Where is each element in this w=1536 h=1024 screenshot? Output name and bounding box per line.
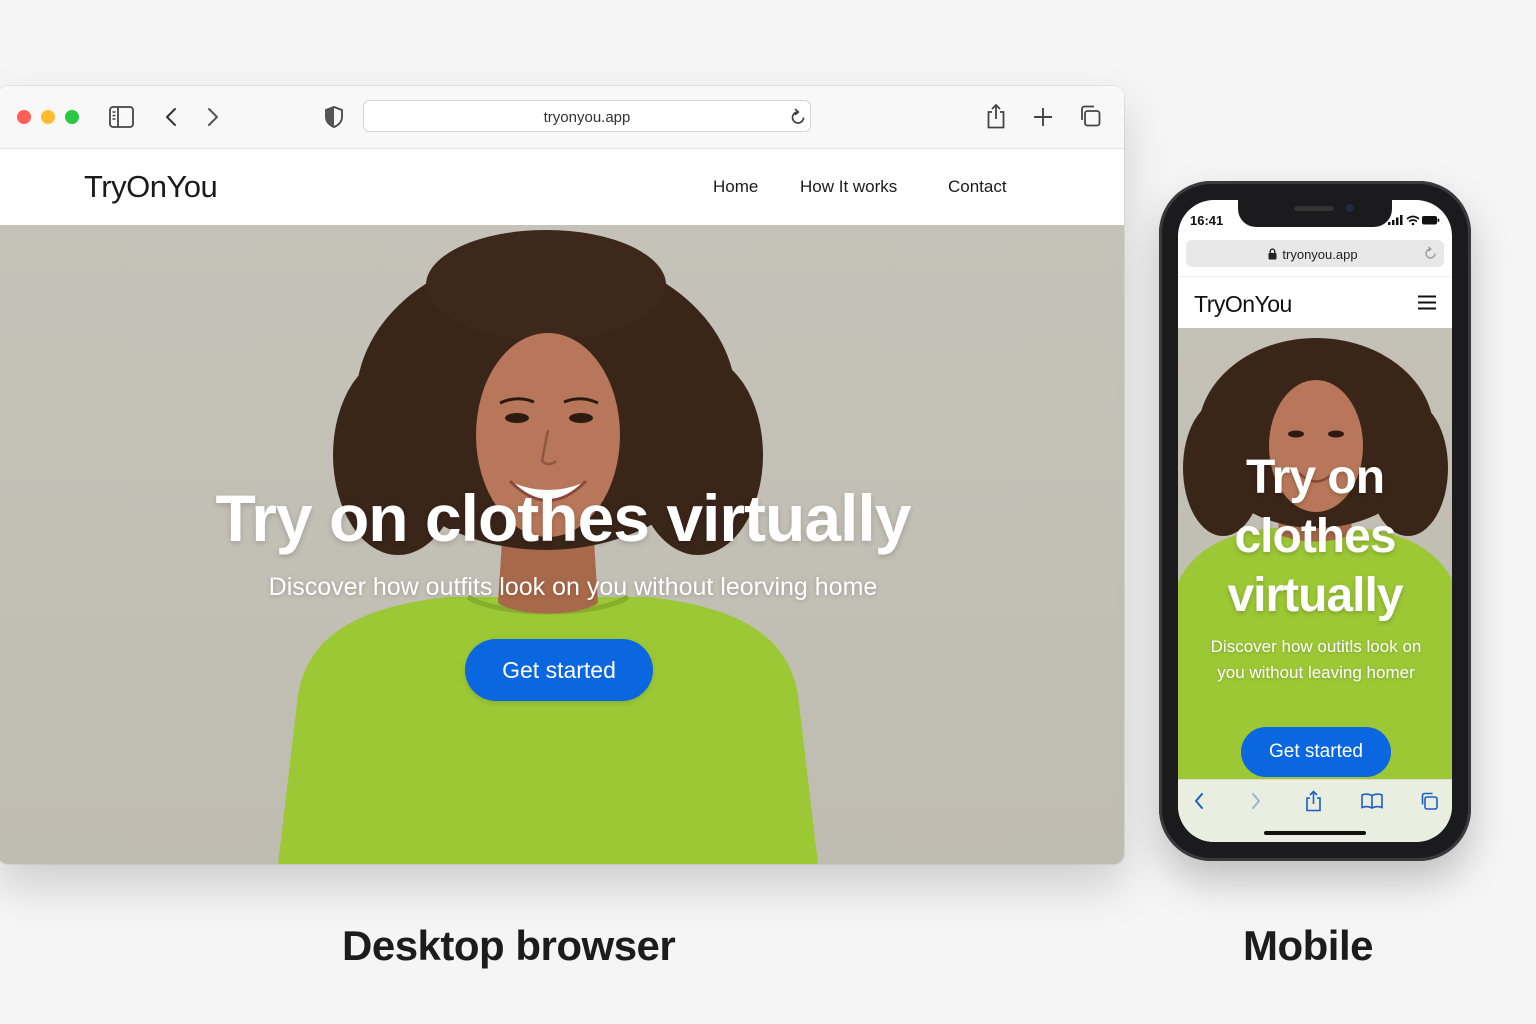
phone-notch [1238, 200, 1392, 227]
new-tab-icon[interactable] [1033, 107, 1053, 127]
site-header: TryOnYou Home How It works Contact [0, 149, 1124, 225]
address-bar[interactable]: tryonyou.app [363, 100, 811, 132]
shield-icon[interactable] [325, 106, 343, 128]
battery-icon [1422, 216, 1440, 225]
nav-link-home[interactable]: Home [713, 177, 758, 197]
zoom-window-button[interactable] [65, 110, 79, 124]
forward-icon[interactable] [206, 107, 220, 127]
bookmarks-icon[interactable] [1361, 793, 1383, 814]
mobile-phone-frame: 16:41 tryonyou.app TryOnYou Try on cloth… [1159, 181, 1471, 861]
mobile-hero-section: Try on clothes virtually Discover how ou… [1178, 328, 1452, 779]
reload-icon[interactable] [790, 108, 806, 126]
phone-screen: 16:41 tryonyou.app TryOnYou Try on cloth… [1178, 200, 1452, 842]
sidebar-icon[interactable] [109, 106, 134, 128]
hero-subtitle: Discover how outfits look on you without… [268, 573, 878, 601]
hamburger-menu-icon[interactable] [1418, 295, 1436, 315]
mobile-site-header: TryOnYou [1178, 276, 1452, 329]
home-indicator [1264, 831, 1366, 835]
desktop-caption: Desktop browser [342, 922, 676, 969]
mobile-hero-title: Try on clothes virtually [1227, 451, 1403, 622]
desktop-browser-window: tryonyou.app TryOnYou Home How It works … [0, 86, 1124, 864]
nav-link-how-it-works[interactable]: How It works [800, 177, 897, 197]
tabs-icon[interactable] [1079, 105, 1101, 127]
mobile-get-started-button[interactable]: Get started [1241, 727, 1391, 777]
tabs-icon[interactable] [1420, 792, 1438, 815]
wifi-icon [1406, 215, 1420, 226]
forward-icon[interactable] [1250, 792, 1262, 815]
mobile-address-text: tryonyou.app [1282, 247, 1358, 262]
get-started-button[interactable]: Get started [465, 639, 653, 701]
hero-title: Try on clothes virtually [215, 481, 912, 555]
nav-link-contact[interactable]: Contact [948, 177, 1007, 197]
mobile-address-bar[interactable]: tryonyou.app [1186, 240, 1444, 267]
front-camera [1346, 204, 1354, 212]
hero-section: Try on clothes virtually Discover how ou… [0, 225, 1124, 864]
close-window-button[interactable] [17, 110, 31, 124]
share-icon[interactable] [986, 103, 1006, 129]
site-logo[interactable]: TryOnYou [84, 169, 218, 205]
back-icon[interactable] [164, 107, 178, 127]
minimize-window-button[interactable] [41, 110, 55, 124]
address-text: tryonyou.app [543, 109, 631, 126]
mobile-caption: Mobile [1243, 922, 1374, 969]
share-icon[interactable] [1305, 790, 1322, 817]
back-icon[interactable] [1193, 792, 1205, 815]
browser-toolbar: tryonyou.app [0, 86, 1124, 149]
status-indicators [1388, 213, 1440, 231]
speaker-grille [1294, 206, 1334, 211]
reload-icon[interactable] [1424, 246, 1437, 266]
mobile-hero-subtitle: Discover how outitls look on you without… [1210, 637, 1422, 682]
signal-icon [1388, 215, 1403, 225]
mobile-site-logo[interactable]: TryOnYou [1194, 291, 1292, 318]
status-time: 16:41 [1190, 213, 1224, 228]
